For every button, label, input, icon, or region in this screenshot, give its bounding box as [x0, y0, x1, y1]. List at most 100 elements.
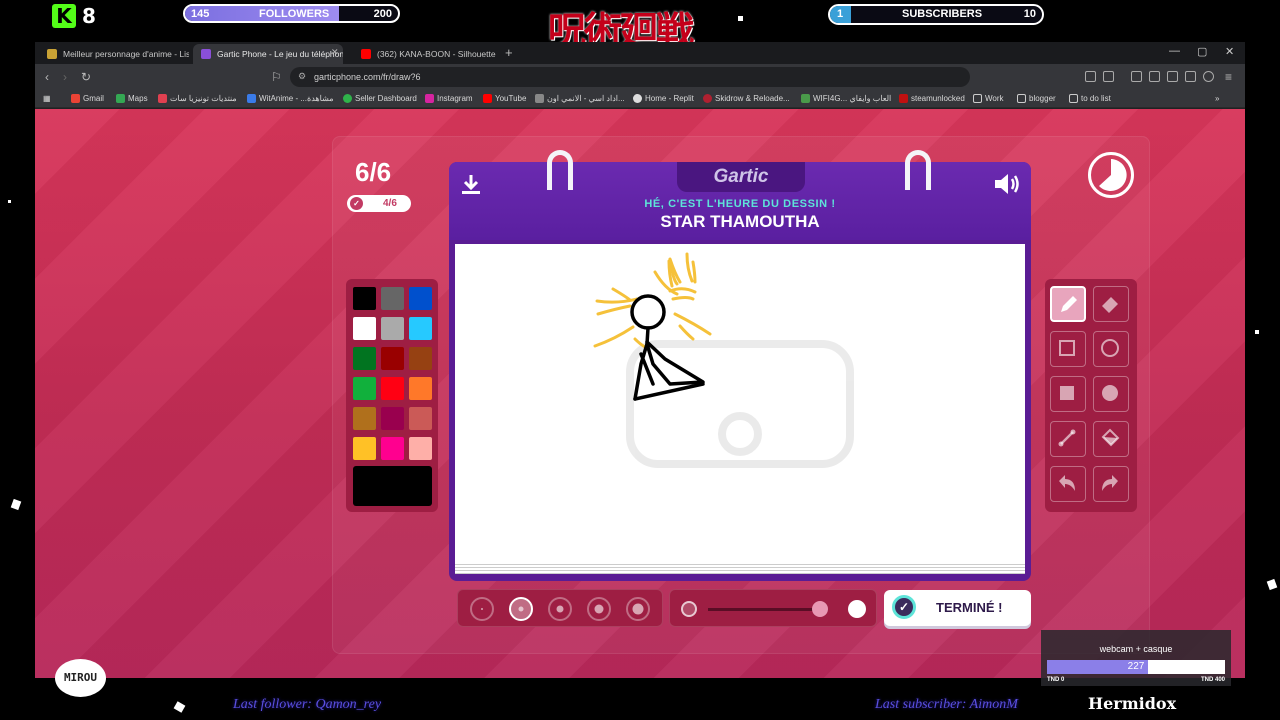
url-field[interactable]: ⚙ garticphone.com/fr/draw?6	[290, 67, 970, 87]
color-swatch[interactable]	[353, 407, 376, 430]
back-icon[interactable]: ‹	[45, 70, 49, 84]
extension-icon[interactable]	[1185, 71, 1196, 82]
bookmark-folder[interactable]: Work	[973, 94, 1004, 103]
undo-icon	[1059, 475, 1075, 491]
site-info-icon[interactable]: ⚙	[298, 71, 306, 82]
minimize-icon[interactable]: —	[1169, 45, 1180, 57]
extension-icon[interactable]	[1131, 71, 1142, 82]
ellipse-outline-tool[interactable]	[1093, 331, 1129, 367]
brush-size-button[interactable]	[509, 597, 533, 621]
brush-size-dot-icon	[518, 606, 524, 612]
bookmark-label: steamunlocked	[911, 94, 965, 103]
address-bar-row: ‹ › ↻ ⚐ ⚙ garticphone.com/fr/draw?6 ≡	[35, 64, 1245, 90]
bookmark-item[interactable]: WIFI4G... العاب وايفاي	[801, 94, 891, 103]
opacity-thumb[interactable]	[812, 601, 828, 617]
maximize-icon[interactable]: ▢	[1197, 45, 1207, 58]
ellipse-fill-tool[interactable]	[1093, 376, 1129, 412]
extension-icon[interactable]	[1103, 71, 1114, 82]
bookmark-item[interactable]: Seller Dashboard	[343, 94, 417, 103]
bookmark-item[interactable]: Gmail	[71, 94, 104, 103]
donation-goal-min: TND 0	[1047, 677, 1065, 683]
brush-size-button[interactable]	[587, 597, 611, 621]
color-swatch[interactable]	[409, 287, 432, 310]
drawing-canvas[interactable]	[455, 244, 1025, 562]
site-icon	[535, 94, 544, 103]
close-tab-icon[interactable]: ✕	[331, 47, 339, 58]
opacity-slider[interactable]	[669, 589, 877, 627]
pencil-tool[interactable]	[1050, 286, 1086, 322]
subscribers-goal-bar: 1 SUBSCRIBERS 10	[828, 4, 1044, 25]
apps-icon[interactable]: ▦	[43, 94, 51, 103]
bookmark-label: to do list	[1081, 94, 1111, 103]
reload-icon[interactable]: ↻	[81, 70, 91, 84]
color-swatch[interactable]	[381, 407, 404, 430]
opacity-track[interactable]	[708, 608, 828, 611]
color-swatch[interactable]	[381, 317, 404, 340]
fill-bucket-tool[interactable]	[1093, 421, 1129, 457]
bookmark-folder[interactable]: to do list	[1069, 94, 1111, 103]
extension-icon[interactable]	[1167, 71, 1178, 82]
bookmark-label: WIFI4G... العاب وايفاي	[813, 94, 892, 103]
color-swatch[interactable]	[353, 377, 376, 400]
extension-icon[interactable]	[1085, 71, 1096, 82]
color-swatch[interactable]	[409, 347, 432, 370]
players-done-badge: ✓ 4/6	[347, 195, 411, 212]
color-swatch[interactable]	[409, 437, 432, 460]
line-icon	[1058, 429, 1076, 447]
color-swatch[interactable]	[353, 437, 376, 460]
donation-goal-max: TND 400	[1200, 677, 1225, 683]
bookmark-item[interactable]: منتديات تونيزيا سات	[158, 94, 237, 103]
tab-youtube[interactable]: (362) KANA-BOON - Silhouette	[353, 44, 503, 64]
brush-size-button[interactable]	[548, 597, 572, 621]
color-swatch[interactable]	[381, 437, 404, 460]
new-tab-icon[interactable]: +	[505, 45, 513, 60]
done-button[interactable]: ✓ TERMINÉ !	[884, 590, 1031, 626]
brush-size-button[interactable]	[470, 597, 494, 621]
close-window-icon[interactable]: ✕	[1225, 45, 1234, 58]
drawing-prompt: STAR THAMOUTHA	[660, 212, 820, 231]
line-tool[interactable]	[1050, 421, 1086, 457]
profile-icon[interactable]	[1203, 71, 1214, 82]
bookmark-item[interactable]: YouTube	[483, 94, 526, 103]
site-icon	[247, 94, 256, 103]
color-swatch[interactable]	[409, 407, 432, 430]
extension-icon[interactable]	[1149, 71, 1160, 82]
tab-anime-list[interactable]: Meilleur personnage d'anime - Liste	[39, 44, 189, 64]
mirou-badge: MIROU	[55, 659, 106, 697]
followers-label: FOLLOWERS	[259, 8, 330, 20]
url-text: garticphone.com/fr/draw?6	[314, 72, 421, 82]
rectangle-fill-tool[interactable]	[1050, 376, 1086, 412]
color-swatch[interactable]	[381, 347, 404, 370]
bookmark-folder[interactable]: blogger	[1017, 94, 1056, 103]
brush-size-button[interactable]	[626, 597, 650, 621]
bookmark-item[interactable]: Home - Replit	[633, 94, 694, 103]
bookmark-item[interactable]: Skidrow & Reloade...	[703, 94, 790, 103]
pencil-icon	[1061, 296, 1077, 312]
download-icon[interactable]	[459, 172, 483, 196]
color-swatch[interactable]	[381, 287, 404, 310]
color-swatch[interactable]	[353, 317, 376, 340]
tab-gartic-phone[interactable]: Gartic Phone - Le jeu du téléphone	[193, 44, 343, 64]
redo-button[interactable]	[1093, 466, 1129, 502]
rectangle-outline-tool[interactable]	[1050, 331, 1086, 367]
more-bookmarks-icon[interactable]: »	[1215, 94, 1219, 103]
redo-icon	[1102, 475, 1118, 491]
color-swatch[interactable]	[353, 287, 376, 310]
bookmark-icon[interactable]: ⚐	[271, 70, 282, 84]
undo-button[interactable]	[1050, 466, 1086, 502]
notebook-pages-edge	[455, 562, 1025, 574]
color-swatch[interactable]	[409, 377, 432, 400]
color-swatch[interactable]	[409, 317, 432, 340]
menu-icon[interactable]: ≡	[1225, 70, 1232, 84]
bookmark-item[interactable]: اداد اسي - الانمي اون...	[535, 94, 625, 103]
eraser-tool[interactable]	[1093, 286, 1129, 322]
volume-icon[interactable]	[993, 172, 1021, 196]
color-swatch[interactable]	[353, 347, 376, 370]
bookmark-item[interactable]: Maps	[116, 94, 148, 103]
color-swatch[interactable]	[381, 377, 404, 400]
bookmark-item[interactable]: Instagram	[425, 94, 473, 103]
bookmark-item[interactable]: steamunlocked	[899, 94, 965, 103]
forward-icon[interactable]: ›	[63, 70, 67, 84]
bookmark-item[interactable]: WitAnime - ...مشاهدة	[247, 94, 333, 103]
bookmark-label: Home - Replit	[645, 94, 694, 103]
